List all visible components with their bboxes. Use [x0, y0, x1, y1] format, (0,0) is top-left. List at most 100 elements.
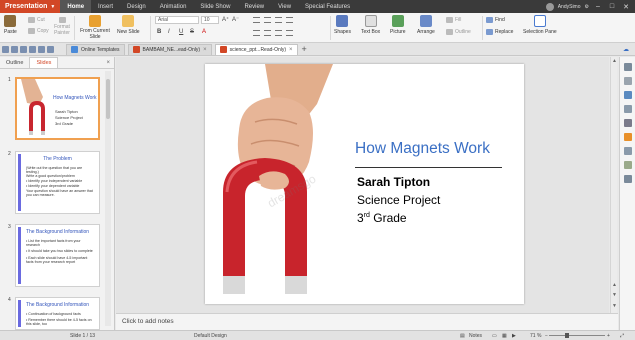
tab-home[interactable]: Home [60, 0, 92, 13]
font-name-select[interactable]: Arial [155, 16, 199, 24]
print-icon[interactable] [29, 45, 36, 53]
align-left-icon[interactable] [253, 17, 260, 23]
next-slide-icon[interactable]: ▼ [612, 292, 617, 298]
doc-tab-online-templates[interactable]: Online Templates [66, 43, 125, 55]
panel-scroll-thumb[interactable] [106, 79, 110, 119]
tab-review[interactable]: Review [237, 0, 271, 13]
scroll-up-icon[interactable]: ▲ [612, 58, 617, 64]
align-right-icon[interactable] [275, 17, 282, 23]
tab-slides[interactable]: Slides [29, 57, 59, 68]
app-menu-button[interactable]: Presentation ▼ [0, 0, 61, 13]
doc-tab-science[interactable]: science_ppt...Read-Only) × [214, 43, 298, 55]
zoom-in-icon[interactable]: + [607, 333, 610, 339]
backup-icon[interactable] [624, 133, 632, 141]
slide-thumbnail-1[interactable]: How Magnets Work Sarah Tipton Science Pr… [15, 77, 100, 140]
font-size-select[interactable]: 10 [201, 16, 219, 24]
cut-button[interactable]: Cut [28, 17, 45, 23]
underline-button[interactable]: U [179, 29, 183, 35]
justify-icon[interactable] [286, 17, 293, 23]
style-icon[interactable] [624, 77, 632, 85]
tab-design[interactable]: Design [120, 0, 153, 13]
shrink-font-icon[interactable]: A⁻ [232, 16, 239, 23]
previous-slide-icon[interactable]: ▲ [612, 282, 617, 288]
align-center-icon[interactable] [264, 17, 271, 23]
close-tab-icon[interactable]: × [203, 47, 207, 53]
theme-name[interactable]: Default Design [194, 333, 227, 339]
save-icon[interactable] [20, 45, 27, 53]
tab-animation[interactable]: Animation [153, 0, 194, 13]
slide-thumbnail-2[interactable]: The Problem (Write out the question that… [15, 151, 100, 214]
new-slide-button[interactable]: New Slide [117, 15, 140, 35]
zoom-level[interactable]: 71 % [530, 333, 541, 339]
numbering-icon[interactable] [264, 30, 271, 36]
table-icon[interactable] [624, 147, 632, 155]
hand-holding-magnet-image[interactable] [205, 64, 345, 304]
user-area[interactable]: AndySimo ⚙ – □ ✕ [545, 2, 635, 11]
add-tab-icon[interactable]: + [302, 44, 307, 54]
play-icon[interactable]: ▶ [512, 333, 516, 339]
cloud-icon[interactable]: ☁ [623, 46, 629, 53]
tab-view[interactable]: View [271, 0, 298, 13]
open-icon[interactable] [11, 45, 18, 53]
slide-thumbnail-4[interactable]: The Background Information • Continuatio… [15, 297, 100, 330]
slide-editor[interactable]: dreamsgo How Magnets Work Sarah Tipton S… [205, 64, 524, 304]
maximize-icon[interactable]: □ [607, 2, 617, 11]
paste-button[interactable]: Paste [4, 15, 17, 35]
find-button[interactable]: Find [486, 17, 505, 23]
tab-special-features[interactable]: Special Features [298, 0, 357, 13]
canvas-scrollbar[interactable]: ▲ ▲ ▼ ▼ [610, 57, 617, 313]
zoom-slider[interactable] [549, 335, 605, 336]
gear-icon[interactable]: ⚙ [585, 4, 589, 10]
help-icon[interactable] [624, 175, 632, 183]
tab-insert[interactable]: Insert [91, 0, 120, 13]
redo-icon[interactable] [47, 45, 54, 53]
minimize-icon[interactable]: – [593, 2, 603, 11]
doc-tab-bambam[interactable]: BAMBAM_NE...ead-Only) × [127, 43, 212, 55]
new-file-icon[interactable] [2, 45, 9, 53]
slide-subtitle-line[interactable]: Science Project [357, 193, 440, 207]
close-icon[interactable]: × [102, 58, 114, 68]
format-painter-button[interactable]: Format Painter [52, 17, 72, 36]
copy-button[interactable]: Copy [28, 28, 49, 34]
fill-button[interactable]: Fill [446, 17, 461, 23]
fit-window-icon[interactable]: ⤢ [620, 333, 624, 339]
picture-button[interactable]: Picture [390, 15, 406, 35]
slide-thumbnail-3[interactable]: The Background Information • List the im… [15, 224, 100, 287]
properties-icon[interactable] [624, 63, 632, 71]
selection-icon[interactable] [624, 119, 632, 127]
zoom-out-icon[interactable]: − [545, 333, 548, 339]
bold-button[interactable]: B [157, 29, 161, 35]
replace-button[interactable]: Replace [486, 29, 513, 35]
undo-icon[interactable] [38, 45, 45, 53]
font-color-icon[interactable]: A [202, 29, 206, 35]
line-spacing-icon[interactable] [286, 30, 293, 36]
scroll-down-icon[interactable]: ▼ [612, 303, 617, 309]
sorter-view-icon[interactable]: ▦ [502, 333, 507, 339]
grow-font-icon[interactable]: A⁺ [222, 16, 229, 23]
close-icon[interactable]: ✕ [621, 2, 631, 11]
indent-icon[interactable] [275, 30, 282, 36]
from-current-slide-button[interactable]: From Current Slide [78, 15, 112, 40]
normal-view-icon[interactable]: ▭ [492, 333, 497, 339]
notes-area[interactable]: Click to add notes [116, 313, 618, 330]
share-icon[interactable] [624, 161, 632, 169]
arrange-button[interactable]: Arrange [417, 15, 435, 35]
tab-slide-show[interactable]: Slide Show [193, 0, 237, 13]
notes-icon[interactable]: ▤ [460, 333, 465, 339]
animation-icon[interactable] [624, 91, 632, 99]
zoom-slider-knob[interactable] [564, 333, 569, 338]
text-box-button[interactable]: Text Box [361, 15, 380, 35]
transition-icon[interactable] [624, 105, 632, 113]
italic-button[interactable]: I [168, 29, 170, 35]
strikethrough-button[interactable]: S [190, 29, 194, 35]
close-tab-icon[interactable]: × [289, 47, 293, 53]
notes-toggle[interactable]: Notes [469, 333, 482, 339]
slide-grade-line[interactable]: 3rd Grade [357, 211, 407, 225]
outline-button[interactable]: Outline [446, 29, 471, 35]
slide-title[interactable]: How Magnets Work [355, 140, 490, 158]
tab-outline[interactable]: Outline [0, 58, 29, 68]
bullets-icon[interactable] [253, 30, 260, 36]
selection-pane-button[interactable]: Selection Pane [523, 15, 557, 35]
slide-author[interactable]: Sarah Tipton [357, 175, 430, 189]
shapes-button[interactable]: Shapes [334, 15, 351, 35]
